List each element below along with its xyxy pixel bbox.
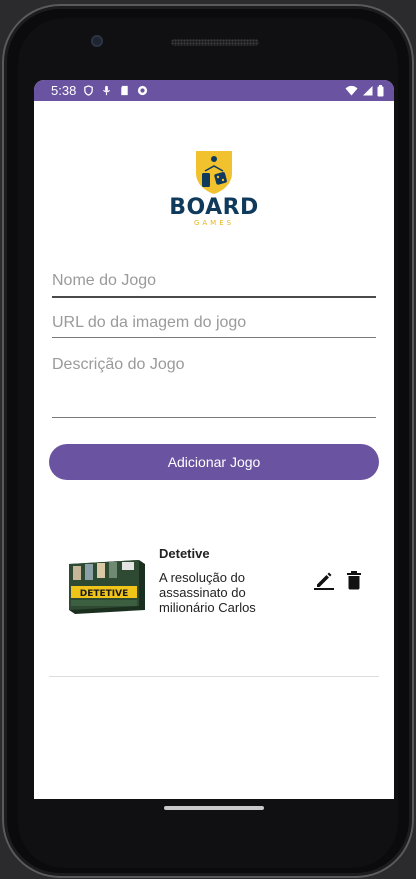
image-url-input[interactable] (52, 314, 376, 332)
logo-sub-text: GAMES (193, 219, 235, 227)
app-logo: BOARD GAMES (169, 149, 259, 231)
status-time: 5:38 (51, 83, 77, 98)
board-games-shield-icon (196, 151, 232, 194)
add-game-button[interactable]: Adicionar Jogo (49, 444, 379, 480)
list-divider (49, 676, 379, 677)
sd-card-icon (121, 85, 129, 96)
game-title: Detetive (159, 546, 210, 561)
game-cover-text: DETETIVE (80, 589, 129, 599)
signal-icon (363, 86, 373, 96)
description-field-wrapper (52, 356, 376, 418)
wifi-icon (345, 85, 358, 96)
earpiece-speaker (171, 39, 259, 46)
app-screen: 5:38 BOARD GAMES Nome do Jogo URL do da … (34, 80, 394, 799)
game-name-input[interactable] (52, 272, 376, 290)
game-description: A resolução do assassinato do milionário… (159, 570, 256, 615)
vpn-shield-icon (84, 85, 94, 96)
battery-icon (377, 84, 384, 96)
logo-brand-text: BOARD (169, 195, 259, 220)
game-controller-icon (138, 85, 148, 96)
front-camera (91, 35, 103, 47)
status-bar: 5:38 (34, 80, 394, 101)
gesture-nav-handle[interactable] (164, 806, 264, 810)
game-description-input[interactable] (52, 356, 376, 410)
edit-icon[interactable] (314, 570, 334, 590)
game-list-item[interactable]: DETETIVE Detetive A resolução do assassi… (49, 530, 379, 676)
game-name-field-wrapper (52, 272, 376, 298)
image-url-field-wrapper (52, 314, 376, 338)
game-cover-image: DETETIVE (69, 560, 145, 614)
delete-icon[interactable] (346, 570, 362, 590)
mic-icon (103, 85, 111, 96)
